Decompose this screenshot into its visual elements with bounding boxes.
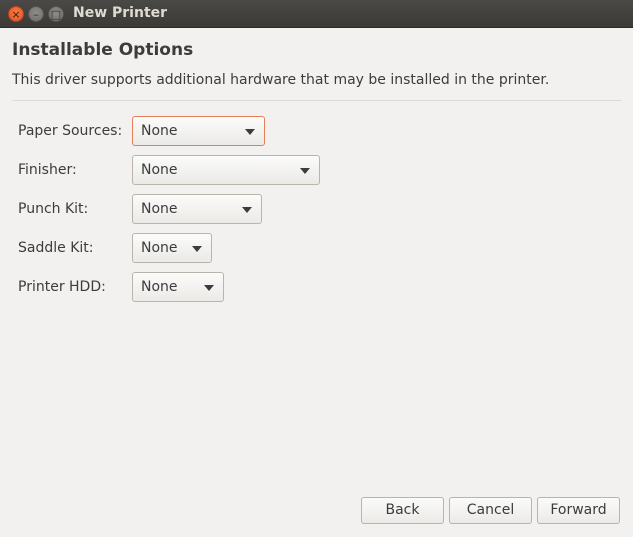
chevron-down-icon bbox=[300, 168, 310, 174]
finisher-value: None bbox=[141, 162, 178, 178]
page-description: This driver supports additional hardware… bbox=[12, 72, 550, 88]
chevron-down-icon bbox=[245, 129, 255, 135]
paper-sources-value: None bbox=[141, 123, 178, 139]
paper-sources-dropdown[interactable]: None bbox=[132, 116, 265, 146]
page-title: Installable Options bbox=[12, 40, 194, 60]
paper-sources-label: Paper Sources: bbox=[18, 123, 123, 139]
cancel-button[interactable]: Cancel bbox=[449, 497, 532, 524]
chevron-down-icon bbox=[204, 285, 214, 291]
saddle-kit-dropdown[interactable]: None bbox=[132, 233, 212, 263]
punch-kit-dropdown[interactable]: None bbox=[132, 194, 262, 224]
chevron-down-icon bbox=[242, 207, 252, 213]
close-icon[interactable]: × bbox=[8, 6, 24, 22]
back-button[interactable]: Back bbox=[361, 497, 444, 524]
finisher-label: Finisher: bbox=[18, 162, 77, 178]
punch-kit-label: Punch Kit: bbox=[18, 201, 89, 217]
saddle-kit-value: None bbox=[141, 240, 178, 256]
maximize-icon[interactable]: □ bbox=[48, 6, 64, 22]
printer-hdd-value: None bbox=[141, 279, 178, 295]
window-title: New Printer bbox=[73, 5, 168, 21]
separator bbox=[12, 100, 621, 101]
minimize-icon[interactable]: – bbox=[28, 6, 44, 22]
saddle-kit-label: Saddle Kit: bbox=[18, 240, 94, 256]
chevron-down-icon bbox=[192, 246, 202, 252]
forward-button[interactable]: Forward bbox=[537, 497, 620, 524]
printer-hdd-label: Printer HDD: bbox=[18, 279, 106, 295]
title-bar: × – □ New Printer bbox=[0, 0, 633, 28]
printer-hdd-dropdown[interactable]: None bbox=[132, 272, 224, 302]
finisher-dropdown[interactable]: None bbox=[132, 155, 320, 185]
punch-kit-value: None bbox=[141, 201, 178, 217]
